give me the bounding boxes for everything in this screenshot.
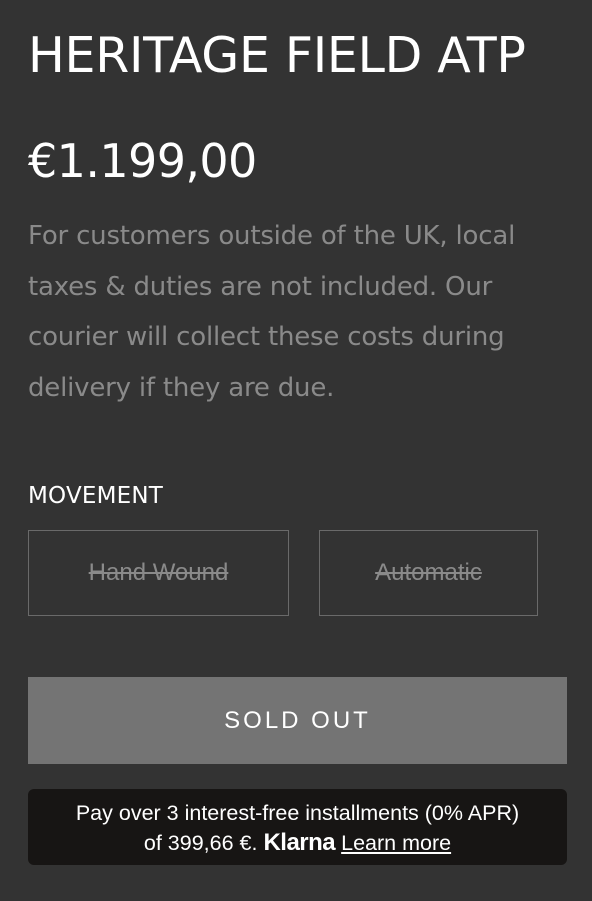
product-title: HERITAGE FIELD ATP — [28, 27, 526, 84]
klarna-line-1: Pay over 3 interest-free installments (0… — [75, 801, 520, 825]
tax-note: For customers outside of the UK, local t… — [28, 221, 516, 403]
product-price: €1.199,00 — [28, 134, 257, 188]
klarna-line-2: of 399,66 €. Klarna Learn more — [28, 828, 567, 858]
klarna-banner: Pay over 3 interest-free installments (0… — [28, 789, 567, 865]
klarna-installment-amount: of 399,66 €. — [143, 831, 258, 855]
movement-label: MOVEMENT — [28, 483, 164, 509]
learn-more-link[interactable]: Learn more — [341, 831, 451, 855]
movement-option-automatic[interactable]: Automatic — [319, 530, 538, 616]
sold-out-button[interactable]: SOLD OUT — [28, 677, 567, 764]
movement-option-hand-wound[interactable]: Hand Wound — [28, 530, 289, 616]
klarna-logo: Klarna — [263, 829, 336, 856]
